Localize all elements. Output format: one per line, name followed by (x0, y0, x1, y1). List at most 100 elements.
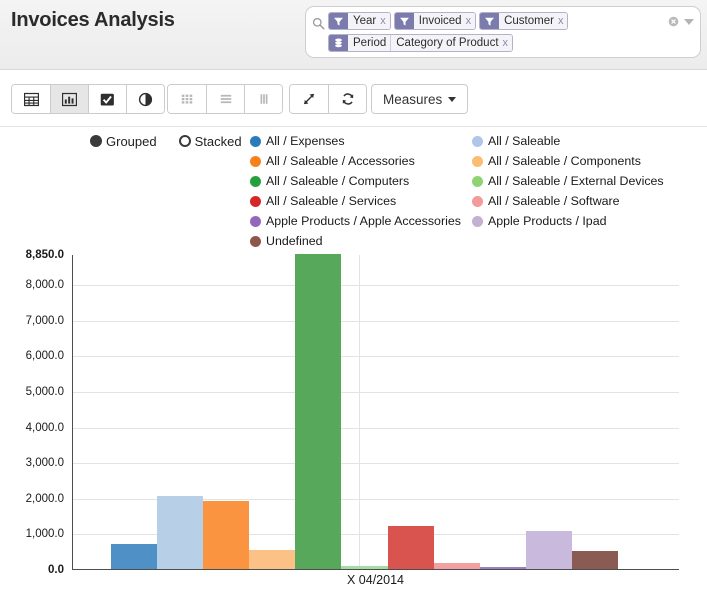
legend-item[interactable]: Apple Products / Apple Accessories (250, 211, 472, 231)
legend-label: All / Saleable / Software (488, 194, 620, 208)
filter-icon (480, 13, 499, 29)
rows-button[interactable] (206, 85, 244, 113)
bar[interactable] (341, 566, 387, 569)
facet-value: Yearx (348, 13, 390, 29)
search-view-controls (668, 16, 694, 27)
bar[interactable] (388, 526, 434, 569)
legend-label: All / Saleable / Components (488, 154, 641, 168)
graph-view-button[interactable] (50, 85, 88, 113)
horizontal-lines-icon (219, 92, 233, 106)
legend-item[interactable]: All / Expenses (250, 131, 472, 151)
actions-group (289, 84, 367, 114)
legend-item[interactable]: All / Saleable / Components (472, 151, 707, 171)
search-facets: Yearx Invoicedx Customerx PeriodCategory of… (328, 10, 696, 53)
refresh-icon (341, 92, 355, 106)
radio-selected-icon (90, 135, 102, 147)
legend-color-swatch (472, 156, 483, 167)
grid-dots-button[interactable] (168, 85, 206, 113)
search-icon (312, 17, 325, 30)
view-switcher-group (11, 84, 165, 114)
facet-value: Customerx (499, 13, 567, 29)
bar[interactable] (295, 254, 341, 569)
chart-mode-radios: Grouped Stacked (0, 130, 245, 152)
bar[interactable] (157, 496, 203, 569)
y-axis-tick-label: 2,000.0 (26, 493, 64, 505)
caret-down-icon (448, 97, 456, 102)
legend-item[interactable]: All / Saleable / Software (472, 191, 707, 211)
legend-label: All / Saleable / Accessories (266, 154, 415, 168)
facet-remove-icon[interactable]: x (499, 35, 509, 51)
mode-option-stacked[interactable]: Stacked (179, 134, 242, 149)
page-header: Invoices Analysis YearxInvoicedxCustomer… (0, 0, 707, 70)
pivot-view-button[interactable] (12, 85, 50, 113)
facet-remove-icon[interactable]: x (462, 13, 472, 29)
y-axis-tick-label: 7,000.0 (26, 315, 64, 327)
pivot-layout-group (167, 84, 283, 114)
measures-label: Measures (383, 92, 442, 107)
bar[interactable] (434, 563, 480, 569)
chart-legend: All / Expenses All / Saleable All / Saleab… (250, 131, 707, 251)
y-axis-tick-label: 5,000.0 (26, 386, 64, 398)
mode-label: Stacked (195, 134, 242, 149)
measures-button[interactable]: Measures (371, 84, 468, 114)
graph-canvas: 0.01,000.02,000.03,000.04,000.05,000.06,… (0, 240, 707, 607)
legend-item[interactable]: Apple Products / Ipad (472, 211, 707, 231)
search-facet[interactable]: PeriodCategory of Productx (328, 34, 513, 52)
list-select-button[interactable] (88, 85, 126, 113)
columns-button[interactable] (244, 85, 282, 113)
legend-label: All / Saleable / External Devices (488, 174, 664, 188)
view-toolbar: Measures (0, 71, 707, 127)
legend-color-swatch (250, 136, 261, 147)
mode-option-grouped[interactable]: Grouped (90, 134, 157, 149)
expand-button[interactable] (290, 85, 328, 113)
bar[interactable] (203, 501, 249, 569)
bar[interactable] (249, 550, 295, 569)
legend-color-swatch (472, 216, 483, 227)
legend-item[interactable]: All / Saleable / External Devices (472, 171, 707, 191)
y-axis-tick-label: 3,000.0 (26, 457, 64, 469)
legend-label: All / Saleable / Services (266, 194, 396, 208)
y-axis-tick-label: 0.0 (48, 564, 64, 576)
expand-arrows-icon (302, 92, 316, 106)
legend-color-swatch (250, 216, 261, 227)
legend-item[interactable]: All / Saleable / Services (250, 191, 472, 211)
checkbox-checked-icon (100, 92, 115, 107)
grid-dots-icon (180, 92, 194, 106)
filter-icon (395, 13, 414, 29)
legend-item[interactable]: All / Saleable / Accessories (250, 151, 472, 171)
legend-item[interactable]: All / Saleable (472, 131, 707, 151)
bar[interactable] (572, 551, 618, 569)
mode-label: Grouped (106, 134, 157, 149)
filter-icon (329, 13, 348, 29)
search-facet[interactable]: Invoicedx (394, 12, 476, 30)
legend-item[interactable]: All / Saleable / Computers (250, 171, 472, 191)
facet-remove-icon[interactable]: x (376, 13, 386, 29)
y-axis-tick-label: 1,000.0 (26, 528, 64, 540)
facet-value: Category of Productx (390, 35, 512, 51)
legend-color-swatch (472, 136, 483, 147)
bar[interactable] (480, 567, 526, 569)
plot-area (72, 255, 679, 570)
radio-unselected-icon (179, 135, 191, 147)
legend-color-swatch (250, 196, 261, 207)
refresh-button[interactable] (328, 85, 366, 113)
search-view[interactable]: Yearx Invoicedx Customerx PeriodCategory of… (305, 6, 701, 58)
vertical-lines-icon (257, 92, 271, 106)
clear-icon[interactable] (668, 16, 679, 27)
search-facet[interactable]: Customerx (479, 12, 568, 30)
legend-color-swatch (472, 176, 483, 187)
legend-label: Apple Products / Apple Accessories (266, 214, 461, 228)
bar[interactable] (526, 531, 572, 569)
y-axis-tick-label: 4,000.0 (26, 422, 64, 434)
facet-remove-icon[interactable]: x (554, 13, 564, 29)
chevron-down-icon[interactable] (684, 19, 694, 25)
facet-value: Invoicedx (414, 13, 475, 29)
bar[interactable] (111, 544, 157, 569)
bar-series (73, 255, 679, 569)
invoices-analysis-view: Invoices Analysis YearxInvoicedxCustomer… (0, 0, 707, 607)
legend-label: All / Expenses (266, 134, 345, 148)
search-facet[interactable]: Yearx (328, 12, 391, 30)
contrast-button[interactable] (126, 85, 164, 113)
legend-label: All / Saleable / Computers (266, 174, 409, 188)
table-icon (24, 92, 39, 107)
